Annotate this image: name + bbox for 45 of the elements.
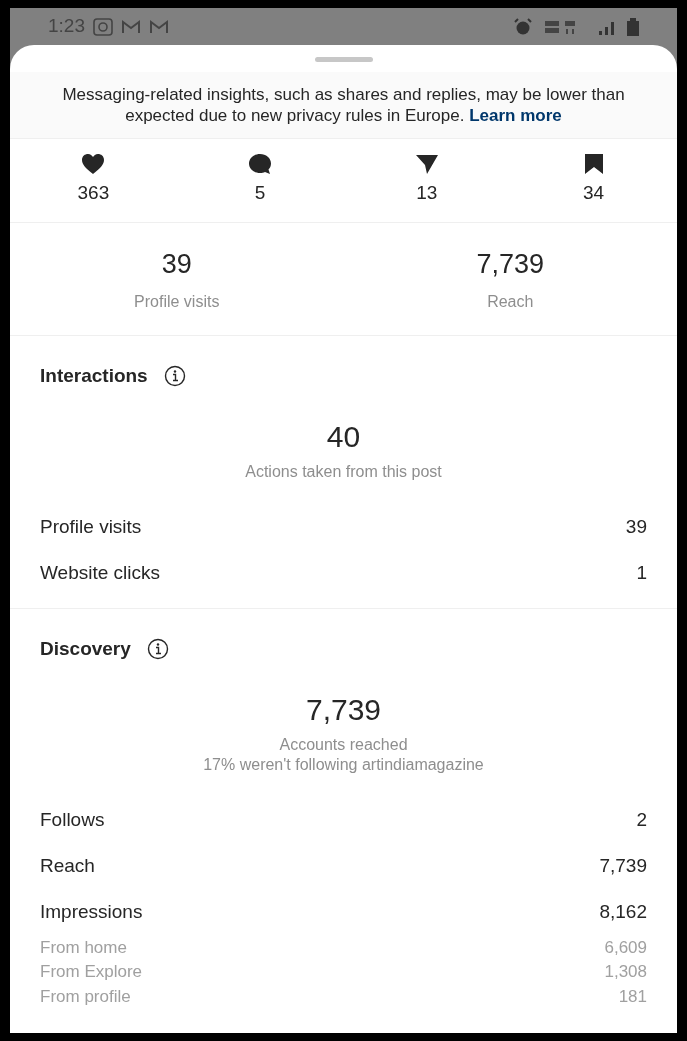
learn-more-link[interactable]: Learn more [469, 106, 562, 125]
alarm-icon [513, 17, 533, 36]
total-label: Actions taken from this post [245, 462, 442, 482]
metric-label: From profile [40, 985, 131, 1008]
metric-value: 1 [636, 560, 647, 585]
total-note: 17% weren't following artindiamagazine [203, 755, 484, 775]
status-time: 1:23 [48, 14, 85, 39]
battery-icon [627, 17, 639, 36]
metric-value: 1,308 [604, 961, 647, 983]
paper-plane-icon [414, 153, 439, 176]
engagement-count: 363 [77, 181, 110, 206]
total-value: 7,739 [305, 692, 382, 728]
mail-icon [149, 19, 169, 34]
metric-value: 181 [618, 985, 647, 1008]
app-notification-icon [93, 17, 113, 36]
metric-label: From home [40, 936, 127, 959]
privacy-notice: Messaging-related insights, such as shares and replies, may be lower than expected due to new privacy rules in Europe. Learn more [61, 84, 626, 126]
summary-value: 7,739 [476, 247, 545, 281]
info-icon[interactable] [163, 365, 186, 387]
metric-value: 2 [636, 807, 647, 832]
heart-icon [81, 153, 106, 176]
metric-value: 6,609 [604, 936, 647, 959]
info-icon[interactable] [146, 638, 169, 660]
metric-label: Reach [40, 853, 95, 878]
summary-label: Profile visits [134, 292, 220, 313]
total-label: Accounts reached [279, 735, 408, 755]
mail-icon [121, 19, 141, 34]
metric-label: Profile visits [40, 514, 142, 539]
engagement-count: 13 [416, 181, 438, 206]
metric-label: Impressions [40, 899, 143, 924]
section-title: Interactions [40, 363, 148, 388]
summary-value: 39 [161, 247, 192, 281]
metric-value: 8,162 [599, 899, 647, 924]
engagement-count: 5 [254, 181, 266, 206]
metric-label: From Explore [40, 961, 143, 983]
metric-label: Website clicks [40, 560, 160, 585]
metric-value: 39 [625, 514, 647, 539]
summary-label: Reach [487, 292, 534, 313]
engagement-count: 34 [583, 181, 605, 206]
total-value: 40 [326, 419, 361, 455]
speech-bubble-icon [248, 153, 273, 176]
metric-label: Follows [40, 807, 105, 832]
drag-handle[interactable] [314, 57, 373, 62]
metric-value: 7,739 [599, 853, 647, 878]
section-title: Discovery [40, 636, 131, 661]
